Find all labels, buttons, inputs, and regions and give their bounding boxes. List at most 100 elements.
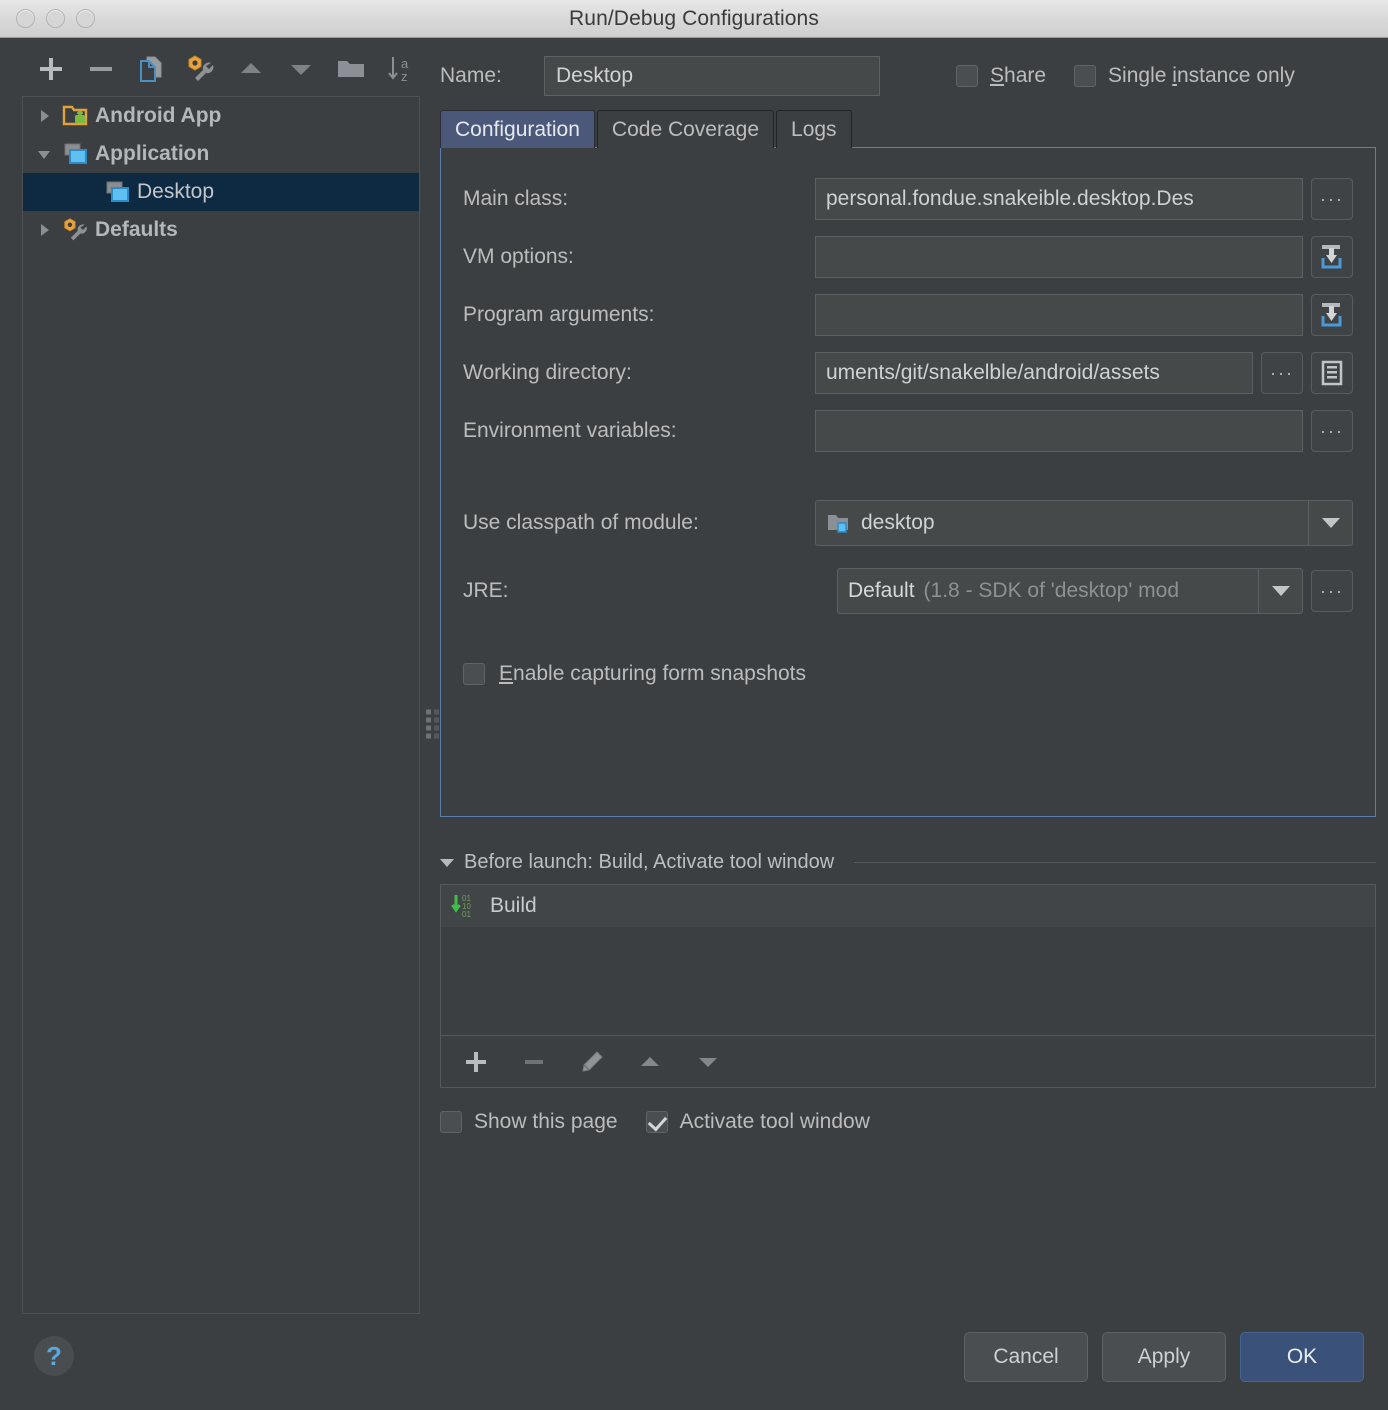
activate-tool-window-checkbox[interactable]: [645, 1111, 668, 1133]
main-class-browse-button[interactable]: ···: [1311, 178, 1353, 220]
move-task-up-button[interactable]: [625, 1042, 675, 1082]
classpath-module-dropdown-arrow[interactable]: [1308, 501, 1352, 545]
vm-options-input[interactable]: [815, 236, 1303, 278]
working-directory-label: Working directory:: [463, 361, 632, 384]
form-snapshots-label-post: nable capturing form snapshots: [513, 662, 807, 685]
before-launch-header[interactable]: Before launch: Build, Activate tool wind…: [440, 851, 1376, 874]
share-label-rest: hare: [1004, 64, 1047, 87]
remove-configuration-button[interactable]: [76, 51, 126, 87]
window-title: Run/Debug Configurations: [569, 6, 819, 30]
form-snapshots-label: Enable capturing form snapshots: [499, 662, 806, 686]
editor-tabs: Configuration Code Coverage Logs: [440, 106, 1376, 148]
jre-browse-button[interactable]: ···: [1311, 570, 1353, 612]
insert-macro-icon: [1321, 360, 1343, 386]
jre-value-main: Default: [848, 579, 915, 602]
single-instance-checkbox[interactable]: [1074, 65, 1097, 87]
sort-alphabetically-button[interactable]: a z: [376, 51, 426, 87]
edit-defaults-button[interactable]: [176, 51, 226, 87]
classpath-module-value: desktop: [861, 511, 935, 534]
jre-label: JRE:: [463, 579, 509, 602]
apply-button[interactable]: Apply: [1102, 1332, 1226, 1382]
tab-code-coverage[interactable]: Code Coverage: [596, 110, 775, 148]
before-launch-task-label: Build: [490, 894, 537, 917]
form-snapshots-mnemonic: E: [499, 662, 514, 685]
move-task-down-button[interactable]: [683, 1042, 733, 1082]
configurations-tree[interactable]: Android App Application Desktop Defaults: [22, 96, 420, 1314]
tab-logs[interactable]: Logs: [776, 110, 852, 148]
module-folder-icon: [826, 512, 852, 534]
environment-variables-label: Environment variables:: [463, 419, 677, 442]
copy-configuration-button[interactable]: [126, 51, 176, 87]
working-directory-input[interactable]: [815, 352, 1253, 394]
before-launch-task-list[interactable]: 01 10 01 Build: [440, 884, 1376, 1036]
close-button[interactable]: [16, 9, 35, 28]
program-arguments-row: Program arguments:: [463, 286, 1353, 344]
tab-configuration[interactable]: Configuration: [440, 110, 595, 148]
program-arguments-input[interactable]: [815, 294, 1303, 336]
expand-arrow-icon[interactable]: [29, 108, 59, 124]
tree-item-label: Desktop: [137, 180, 215, 203]
zoom-button[interactable]: [76, 9, 95, 28]
tree-item-desktop[interactable]: Desktop: [23, 173, 419, 211]
environment-variables-browse-button[interactable]: ···: [1311, 410, 1353, 452]
wrench-icon: [59, 217, 93, 243]
form-snapshots-row[interactable]: Enable capturing form snapshots: [463, 662, 1353, 686]
show-this-page-label: Show this page: [474, 1110, 618, 1133]
expand-arrow-icon[interactable]: [29, 222, 59, 238]
share-checkbox-group[interactable]: Share: [956, 64, 1046, 88]
chevron-down-icon: [1321, 518, 1340, 528]
form-snapshots-checkbox[interactable]: [463, 663, 485, 685]
environment-variables-input[interactable]: [815, 410, 1303, 452]
share-label: Share: [990, 64, 1046, 88]
program-arguments-label: Program arguments:: [463, 303, 655, 326]
single-instance-label-pre: Single: [1108, 64, 1173, 87]
working-directory-browse-button[interactable]: ···: [1261, 352, 1303, 394]
collapse-arrow-icon[interactable]: [440, 858, 454, 867]
edit-task-button[interactable]: [567, 1042, 617, 1082]
share-checkbox[interactable]: [956, 65, 978, 87]
working-directory-macro-button[interactable]: [1311, 352, 1353, 394]
tree-item-label: Application: [95, 142, 210, 165]
header-divider: [854, 862, 1376, 863]
configurations-toolbar: a z: [0, 38, 432, 96]
help-button[interactable]: ?: [34, 1336, 74, 1376]
show-this-page-checkbox[interactable]: [440, 1111, 462, 1133]
move-down-button[interactable]: [276, 51, 326, 87]
configurations-panel: a z Android App Application Desktop Defa…: [0, 38, 432, 1410]
svg-text:01: 01: [462, 910, 471, 919]
add-configuration-button[interactable]: [26, 51, 76, 87]
tree-item-defaults[interactable]: Defaults: [23, 211, 419, 249]
panel-splitter[interactable]: [424, 38, 439, 1410]
program-arguments-expand-button[interactable]: [1311, 294, 1353, 336]
single-instance-checkbox-group[interactable]: Single instance only: [1074, 64, 1295, 88]
move-up-button[interactable]: [226, 51, 276, 87]
jre-combobox[interactable]: Default (1.8 - SDK of 'desktop' mod: [837, 568, 1303, 614]
remove-task-button[interactable]: [509, 1042, 559, 1082]
jre-value-detail: (1.8 - SDK of 'desktop' mod: [923, 579, 1180, 602]
android-folder-icon: [59, 103, 93, 129]
name-label: Name:: [440, 64, 502, 87]
jre-value-wrap: Default (1.8 - SDK of 'desktop' mod: [848, 579, 1258, 603]
vm-options-expand-button[interactable]: [1311, 236, 1353, 278]
tree-item-application[interactable]: Application: [23, 135, 419, 173]
svg-text:z: z: [401, 69, 408, 84]
tree-item-android-app[interactable]: Android App: [23, 97, 419, 135]
collapse-arrow-icon[interactable]: [29, 146, 59, 162]
main-class-input[interactable]: [815, 178, 1303, 220]
before-launch-task-row[interactable]: 01 10 01 Build: [441, 885, 1375, 927]
classpath-module-row: Use classpath of module: desktop: [463, 494, 1353, 552]
environment-variables-row: Environment variables: ···: [463, 402, 1353, 460]
before-launch-options: Show this page Activate tool window: [440, 1110, 1376, 1134]
minimize-button[interactable]: [46, 9, 65, 28]
cancel-button[interactable]: Cancel: [964, 1332, 1088, 1382]
jre-dropdown-arrow[interactable]: [1258, 569, 1302, 613]
create-folder-button[interactable]: [326, 51, 376, 87]
add-task-button[interactable]: [451, 1042, 501, 1082]
ok-button[interactable]: OK: [1240, 1332, 1364, 1382]
single-instance-label-post: nstance only: [1176, 64, 1295, 87]
configuration-tab-panel: Main class: ··· VM options:: [440, 147, 1376, 817]
classpath-module-combobox[interactable]: desktop: [815, 500, 1353, 546]
share-mnemonic: S: [990, 64, 1005, 87]
name-input[interactable]: [544, 56, 880, 96]
name-row: Name: Share Single instance only: [440, 38, 1376, 100]
